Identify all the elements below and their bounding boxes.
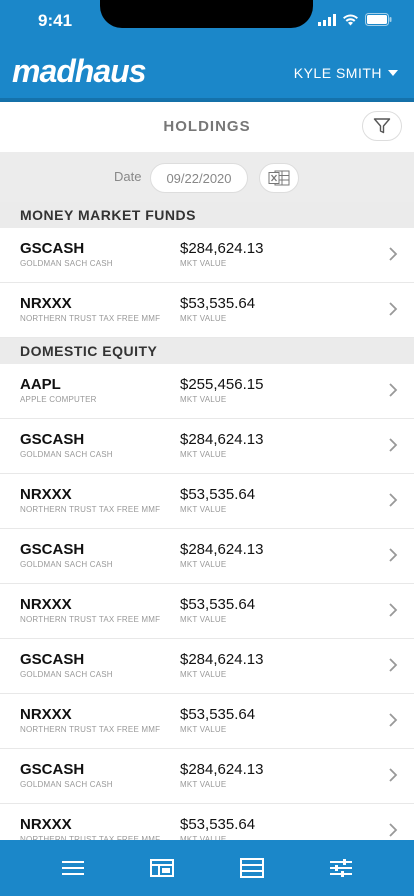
market-value-label: MKT VALUE — [180, 505, 227, 514]
holding-name: NORTHERN TRUST TAX FREE MMF — [20, 725, 161, 734]
excel-icon — [268, 170, 290, 186]
date-label: Date — [114, 169, 142, 184]
holding-row[interactable]: GSCASH GOLDMAN SACH CASH $284,624.13 MKT VA… — [0, 529, 414, 584]
holding-row[interactable]: GSCASH GOLDMAN SACH CASH $284,624.13 MKT VA… — [0, 419, 414, 474]
market-value-label: MKT VALUE — [180, 450, 227, 459]
chevron-right-icon[interactable] — [388, 822, 398, 838]
status-icons — [318, 13, 392, 26]
brand-logo[interactable]: madhaus — [12, 53, 146, 90]
holdings-list[interactable]: MONEY MARKET FUNDS GSCASH GOLDMAN SACH CAS… — [0, 202, 414, 840]
holding-name: GOLDMAN SACH CASH — [20, 450, 113, 459]
holding-market-value: $53,535.64 — [180, 486, 256, 503]
holding-name: GOLDMAN SACH CASH — [20, 259, 113, 268]
holding-market-value: $284,624.13 — [180, 761, 264, 778]
holding-symbol: NRXXX — [20, 486, 72, 503]
chevron-right-icon[interactable] — [388, 602, 398, 618]
holding-market-value: $284,624.13 — [180, 541, 264, 558]
holding-row[interactable]: GSCASH GOLDMAN SACH CASH $284,624.13 MKT VA… — [0, 749, 414, 804]
holding-row[interactable]: AAPL APPLE COMPUTER $255,456.15 MKT VALUE — [0, 364, 414, 419]
chevron-right-icon[interactable] — [388, 382, 398, 398]
holding-symbol: NRXXX — [20, 816, 72, 833]
holding-row[interactable]: NRXXX NORTHERN TRUST TAX FREE MMF $53,535.… — [0, 584, 414, 639]
holding-row[interactable]: NRXXX NORTHERN TRUST TAX FREE MMF $53,535.… — [0, 804, 414, 840]
nav-list[interactable] — [232, 848, 272, 888]
chevron-right-icon[interactable] — [388, 547, 398, 563]
market-value-label: MKT VALUE — [180, 560, 227, 569]
market-value-label: MKT VALUE — [180, 259, 227, 268]
signal-icon — [318, 13, 336, 26]
market-value-label: MKT VALUE — [180, 725, 227, 734]
chevron-right-icon[interactable] — [388, 712, 398, 728]
holding-name: GOLDMAN SACH CASH — [20, 560, 113, 569]
date-input[interactable] — [150, 163, 248, 193]
market-value-label: MKT VALUE — [180, 395, 227, 404]
section-header: MONEY MARKET FUNDS — [0, 202, 414, 228]
nav-settings[interactable] — [321, 848, 361, 888]
holding-row[interactable]: GSCASH GOLDMAN SACH CASH $284,624.13 MKT VA… — [0, 639, 414, 694]
holding-name: NORTHERN TRUST TAX FREE MMF — [20, 314, 161, 323]
holding-market-value: $284,624.13 — [180, 431, 264, 448]
bottom-nav — [0, 840, 414, 896]
menu-icon — [61, 861, 84, 875]
holding-market-value: $53,535.64 — [180, 596, 256, 613]
holding-row[interactable]: GSCASH GOLDMAN SACH CASH $284,624.13 MKT VA… — [0, 228, 414, 283]
chevron-right-icon[interactable] — [388, 437, 398, 453]
chevron-right-icon[interactable] — [388, 767, 398, 783]
chevron-right-icon[interactable] — [388, 492, 398, 508]
holding-market-value: $53,535.64 — [180, 706, 256, 723]
title-bar: HOLDINGS — [0, 102, 414, 152]
holding-row[interactable]: NRXXX NORTHERN TRUST TAX FREE MMF $53,535.… — [0, 474, 414, 529]
holding-market-value: $255,456.15 — [180, 376, 264, 393]
holding-symbol: NRXXX — [20, 596, 72, 613]
holding-symbol: GSCASH — [20, 240, 85, 257]
chevron-right-icon[interactable] — [388, 301, 398, 317]
export-excel-button[interactable] — [259, 163, 299, 193]
section-header: DOMESTIC EQUITY — [0, 338, 414, 364]
holding-market-value: $284,624.13 — [180, 240, 264, 257]
market-value-label: MKT VALUE — [180, 615, 227, 624]
holding-market-value: $53,535.64 — [180, 295, 256, 312]
holding-market-value: $284,624.13 — [180, 651, 264, 668]
holding-name: NORTHERN TRUST TAX FREE MMF — [20, 615, 161, 624]
battery-icon — [365, 13, 392, 26]
dashboard-icon — [150, 859, 175, 877]
market-value-label: MKT VALUE — [180, 670, 227, 679]
holding-row[interactable]: NRXXX NORTHERN TRUST TAX FREE MMF $53,535.… — [0, 283, 414, 338]
market-value-label: MKT VALUE — [180, 780, 227, 789]
caret-down-icon — [388, 70, 398, 76]
holding-symbol: AAPL — [20, 376, 61, 393]
chevron-right-icon[interactable] — [388, 246, 398, 262]
holding-symbol: NRXXX — [20, 295, 72, 312]
holding-name: NORTHERN TRUST TAX FREE MMF — [20, 505, 161, 514]
list-icon — [239, 858, 264, 878]
page-title: HOLDINGS — [163, 118, 251, 135]
filter-icon — [373, 118, 391, 134]
holding-name: APPLE COMPUTER — [20, 395, 97, 404]
device-notch — [100, 0, 313, 28]
holding-symbol: GSCASH — [20, 761, 85, 778]
nav-menu[interactable] — [53, 848, 93, 888]
filter-button[interactable] — [362, 111, 402, 141]
holding-name: GOLDMAN SACH CASH — [20, 670, 113, 679]
app-header: 9:41 madhaus KYLE SMITH — [0, 0, 414, 98]
nav-dashboard[interactable] — [142, 848, 182, 888]
holding-symbol: GSCASH — [20, 431, 85, 448]
holding-market-value: $53,535.64 — [180, 816, 256, 833]
status-time: 9:41 — [38, 11, 73, 30]
holding-symbol: NRXXX — [20, 706, 72, 723]
user-name: KYLE SMITH — [293, 65, 382, 81]
holding-symbol: GSCASH — [20, 541, 85, 558]
holding-row[interactable]: NRXXX NORTHERN TRUST TAX FREE MMF $53,535.… — [0, 694, 414, 749]
market-value-label: MKT VALUE — [180, 314, 227, 323]
wifi-icon — [343, 14, 358, 25]
chevron-right-icon[interactable] — [388, 657, 398, 673]
holding-name: GOLDMAN SACH CASH — [20, 780, 113, 789]
user-menu[interactable]: KYLE SMITH — [294, 65, 398, 81]
date-filter-row: Date — [0, 152, 414, 202]
sliders-icon — [330, 859, 353, 877]
holding-symbol: GSCASH — [20, 651, 85, 668]
